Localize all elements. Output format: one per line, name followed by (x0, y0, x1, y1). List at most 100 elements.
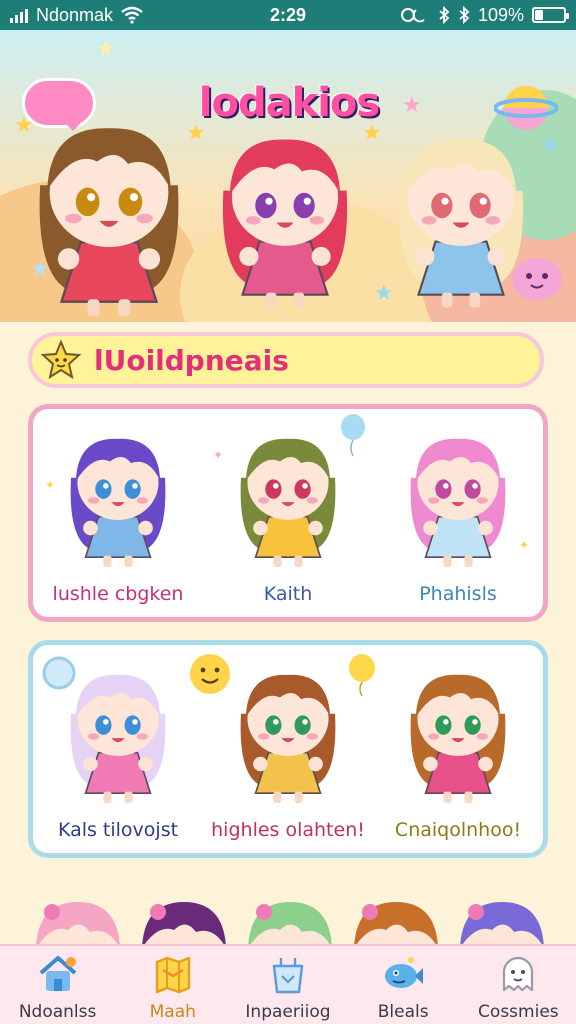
eye-shine (273, 483, 279, 489)
hand (487, 246, 507, 267)
status-bar: Ndonmak 2:29 109% (0, 0, 576, 30)
hair-bow (150, 904, 166, 920)
nav-item-home[interactable]: Ndoanlss (3, 946, 113, 1024)
hero-banner: ★ ★ ★ ★ ★ ★ ★ ★ lodakios (0, 30, 576, 322)
eye (435, 715, 452, 735)
eye-shine (103, 719, 109, 725)
chibi-character-icon (39, 128, 179, 316)
leg (443, 555, 452, 567)
blush (476, 497, 488, 504)
hand (478, 756, 493, 772)
chibi-character-icon (410, 674, 506, 803)
hero-character (376, 112, 546, 322)
character-peek[interactable] (134, 888, 234, 944)
leg (273, 555, 282, 567)
bluetooth-icon (439, 6, 450, 24)
blush (485, 216, 501, 225)
hand (138, 756, 153, 772)
eye (124, 715, 141, 735)
battery-percent: 109% (477, 4, 524, 25)
eye-shine (132, 483, 138, 489)
nav-item-cosmies[interactable]: Cossmies (463, 946, 573, 1024)
blush (428, 733, 440, 740)
eye (464, 715, 481, 735)
chibi-character-icon (70, 438, 166, 567)
hand (83, 756, 98, 772)
eye (124, 479, 141, 499)
character-tile[interactable]: Phahisls (373, 409, 543, 619)
leg (294, 555, 303, 567)
star-icon: ★ (96, 36, 116, 61)
nav-item-beals[interactable]: Bleals (348, 946, 458, 1024)
nav-label: Maah (149, 1002, 196, 1022)
blush (306, 497, 318, 504)
character-tile[interactable]: lushle cbgken (33, 409, 203, 619)
bag-icon (272, 958, 304, 994)
character-peek[interactable] (240, 888, 340, 944)
character-tile[interactable]: Cnaiqolnhoo! (373, 645, 543, 855)
hand (57, 248, 80, 270)
hand (253, 520, 268, 536)
eye (265, 715, 282, 735)
leg (464, 555, 473, 567)
blush (428, 497, 440, 504)
nav-item-map[interactable]: Maah (118, 946, 228, 1024)
leg (469, 292, 481, 308)
leg (293, 292, 305, 308)
hair-bow (362, 904, 378, 920)
leg (103, 791, 112, 803)
character-peek[interactable] (28, 888, 128, 944)
status-right: 109% (400, 4, 569, 26)
hand (253, 756, 268, 772)
leg (294, 791, 303, 803)
map-icon (155, 956, 190, 994)
eye (75, 187, 100, 217)
hair-bow (256, 904, 272, 920)
character-name: Kaith (263, 583, 313, 605)
section-header[interactable]: lUoildpneais (28, 332, 544, 388)
house-icon (39, 956, 76, 991)
wifi-icon (121, 6, 143, 24)
nav-item-inventory[interactable]: Inpaeriiog (233, 946, 343, 1024)
eye (469, 192, 491, 219)
character-peek-row (0, 888, 576, 944)
star-badge-icon (40, 339, 82, 380)
bottom-nav: Ndoanlss Maah Inpaeriiog Bleals Cossmies (0, 944, 576, 1024)
hand (423, 520, 438, 536)
eye-shine (441, 197, 449, 205)
blush (306, 733, 318, 740)
eye (118, 187, 143, 217)
hand (308, 756, 323, 772)
eye-shine (129, 193, 138, 202)
hand (83, 520, 98, 536)
character-tile[interactable]: Kals tilovojst (33, 645, 203, 855)
fish-icon (385, 957, 424, 988)
hair-bow (468, 904, 484, 920)
chibi-character-icon (70, 674, 166, 803)
leg (103, 555, 112, 567)
character-name: Cnaiqolnhoo! (394, 819, 522, 841)
status-left: Ndonmak (10, 5, 143, 26)
character-name: lushle cbgken (52, 583, 184, 605)
leg (443, 791, 452, 803)
eye-shine (265, 197, 273, 205)
character-peek[interactable] (452, 888, 552, 944)
nav-label: Bleals (377, 1002, 429, 1022)
hand (239, 246, 259, 267)
eye (464, 479, 481, 499)
leg (87, 299, 100, 316)
character-tile[interactable]: highles olahten! (203, 645, 373, 855)
carrier-name: Ndonmak (36, 4, 114, 25)
eye (95, 479, 112, 499)
blush (136, 733, 148, 740)
blush (65, 213, 82, 224)
blush (258, 733, 270, 740)
hand (138, 520, 153, 536)
character-tile[interactable]: Kaith (203, 409, 373, 619)
leg (441, 292, 453, 308)
character-peek[interactable] (346, 888, 446, 944)
character-name: highles olahten! (211, 819, 365, 841)
hand (478, 520, 493, 536)
nav-label: Cossmies (478, 1002, 559, 1022)
blush (258, 497, 270, 504)
